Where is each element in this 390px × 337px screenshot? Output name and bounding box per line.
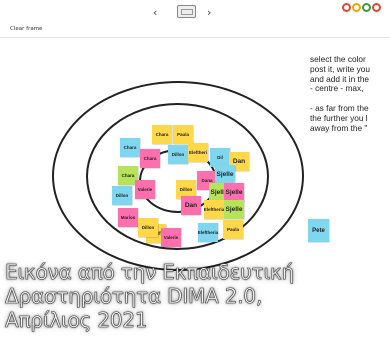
logo-ring-1 bbox=[342, 3, 351, 12]
image-caption: Εικόνα από την Εκπαιδευτική Δραστηριότητ… bbox=[0, 256, 390, 337]
logo-ring-4 bbox=[372, 3, 381, 12]
sticky-note[interactable]: Eleftheria bbox=[204, 200, 224, 219]
sticky-note[interactable]: Valerie bbox=[135, 180, 155, 199]
logo-ring-3 bbox=[362, 3, 371, 12]
sticky-note[interactable]: Chara bbox=[152, 125, 172, 144]
sticky-note[interactable]: Chara bbox=[120, 138, 140, 157]
instructions-text: select the color post it, write you and … bbox=[310, 55, 370, 133]
sticky-note[interactable]: Chara bbox=[140, 149, 160, 168]
clear-frame-button[interactable]: Clear frame bbox=[10, 26, 42, 32]
sticky-note[interactable]: Eleftheri bbox=[188, 143, 208, 162]
prev-frame-button[interactable]: ‹ bbox=[153, 6, 157, 19]
logo-ring-2 bbox=[352, 3, 361, 12]
frame-thumbnail-icon[interactable] bbox=[177, 5, 196, 18]
sticky-note[interactable]: Sjelle bbox=[215, 165, 235, 184]
sticky-note[interactable]: Dillon bbox=[168, 145, 188, 164]
sticky-note[interactable]: Dillon bbox=[138, 218, 158, 237]
divider bbox=[0, 37, 390, 38]
sticky-note[interactable]: Sjelle bbox=[224, 200, 244, 219]
next-frame-button[interactable]: › bbox=[207, 6, 211, 19]
sticky-note[interactable]: Paula bbox=[173, 125, 193, 144]
sticky-note[interactable]: Paula bbox=[223, 220, 243, 239]
sticky-note[interactable]: Marios bbox=[118, 208, 138, 227]
sticky-note[interactable]: Eleftheria bbox=[198, 223, 218, 242]
caption-text: Εικόνα από την Εκπαιδευτική Δραστηριότητ… bbox=[5, 260, 295, 333]
sticky-note[interactable]: Pete bbox=[308, 219, 329, 242]
sticky-note[interactable]: Dillon bbox=[112, 186, 132, 205]
sticky-note[interactable]: Valerie bbox=[161, 228, 181, 247]
toolbar: ‹ › Clear frame bbox=[0, 0, 390, 38]
brand-logo bbox=[342, 3, 381, 17]
sticky-note[interactable]: Dan bbox=[181, 196, 201, 215]
